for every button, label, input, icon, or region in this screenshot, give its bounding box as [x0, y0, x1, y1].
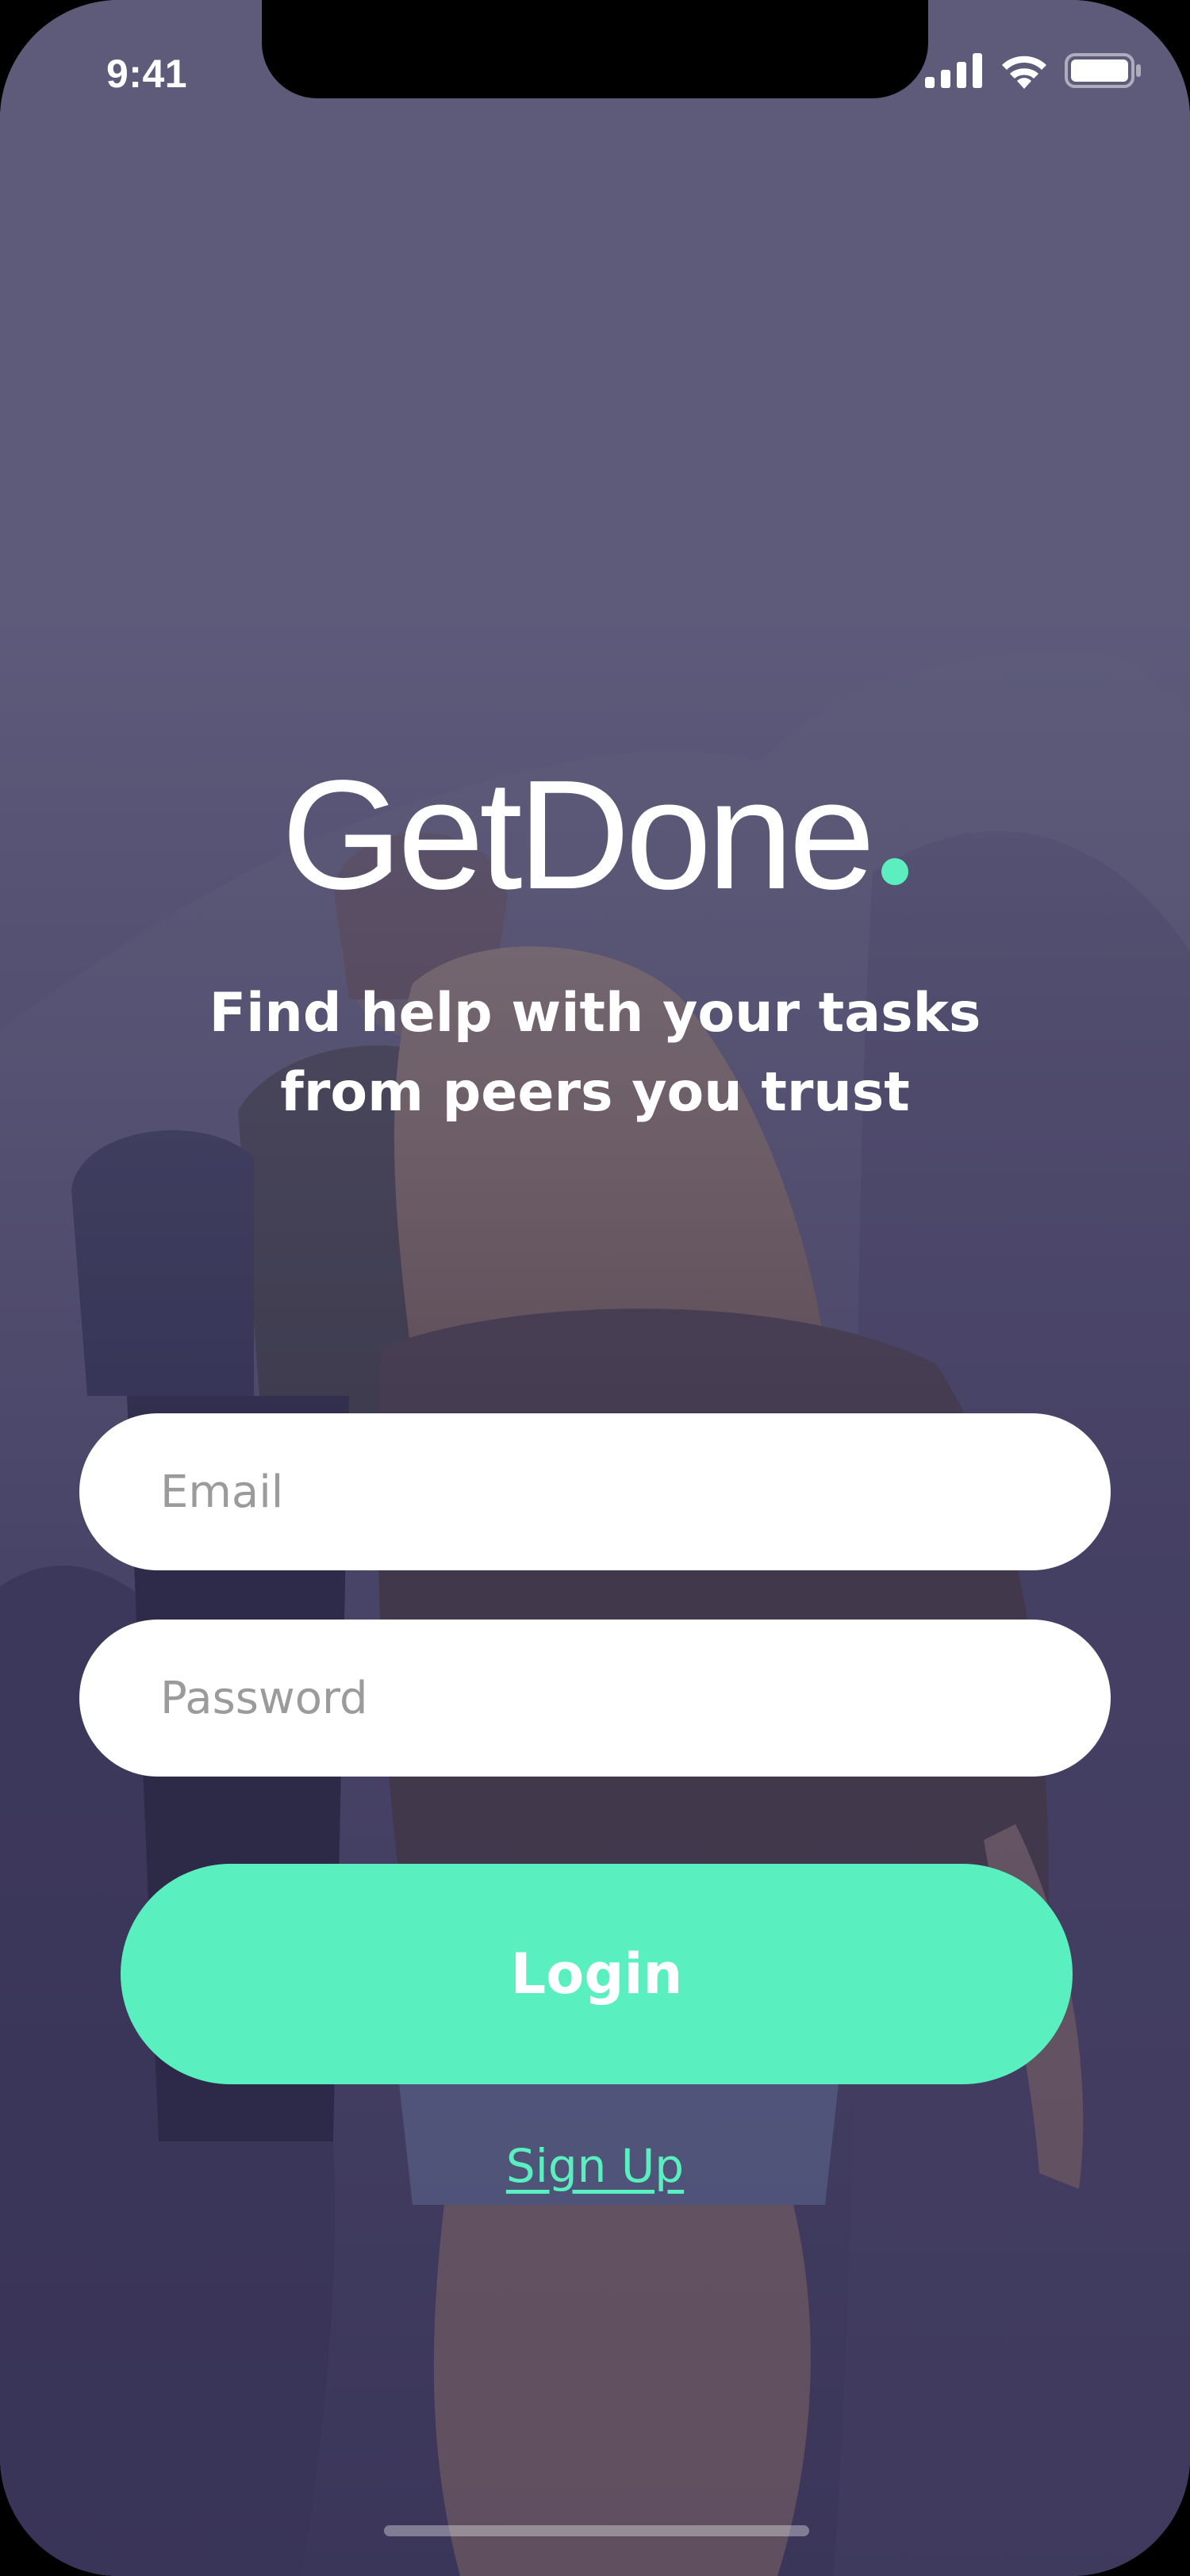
email-field-container[interactable]: [79, 1413, 1111, 1570]
logo-dot-icon: [881, 858, 909, 885]
email-field[interactable]: [159, 1465, 1031, 1519]
device-notch: [262, 0, 928, 98]
password-field-container[interactable]: [79, 1620, 1111, 1777]
signal-icon: [925, 53, 982, 88]
tagline-line-2: from peers you trust: [280, 1061, 910, 1124]
status-time: 9:41: [106, 52, 188, 96]
wifi-icon: [1002, 56, 1046, 89]
status-icons: [925, 52, 1142, 89]
tagline: Find help with your tasks from peers you…: [0, 974, 1190, 1133]
signup-link[interactable]: Sign Up: [0, 2139, 1190, 2193]
login-screen: 9:41 GetDone Find help with your tasks f…: [0, 0, 1190, 2576]
home-indicator[interactable]: [384, 2525, 809, 2536]
battery-icon: [1065, 53, 1141, 88]
password-field[interactable]: [159, 1671, 1031, 1725]
app-logo: GetDone: [0, 757, 1190, 913]
tagline-line-1: Find help with your tasks: [209, 982, 981, 1045]
app-logo-text: GetDone: [281, 748, 875, 922]
login-button[interactable]: Login: [121, 1864, 1073, 2084]
